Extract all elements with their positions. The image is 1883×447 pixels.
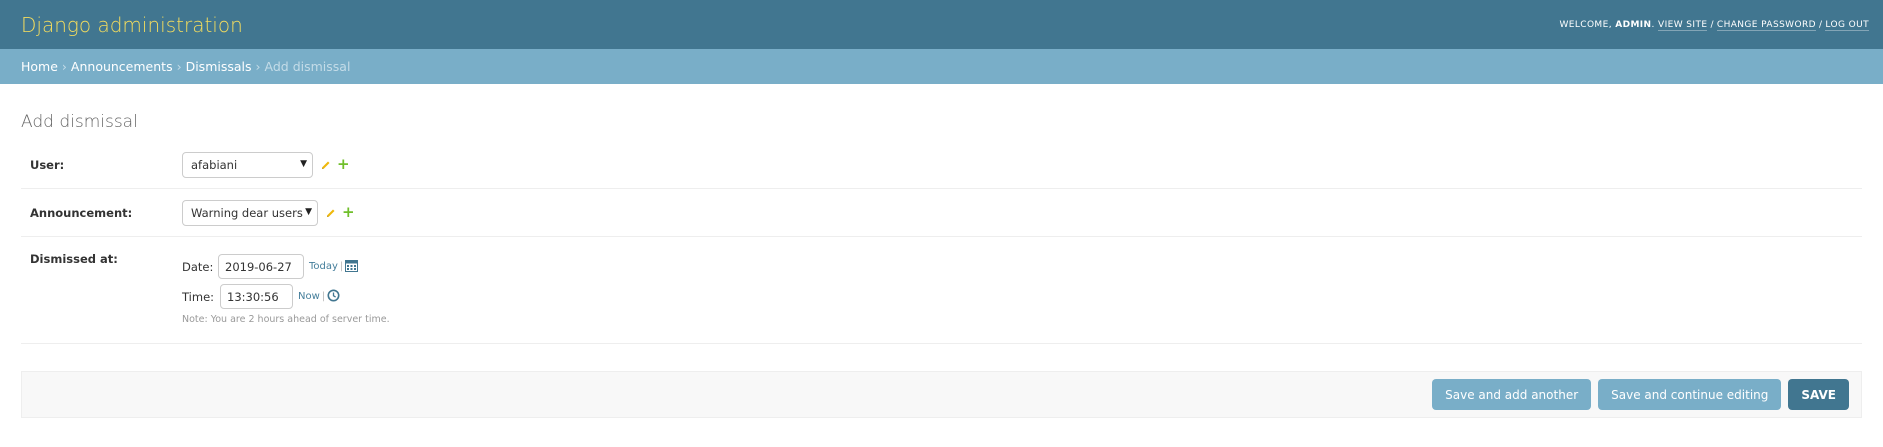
announcement-select-value: Warning dear users (191, 205, 303, 220)
breadcrumb-announcements[interactable]: Announcements (71, 59, 173, 74)
header: Django administration WELCOME, ADMIN. VI… (0, 0, 1883, 49)
today-link[interactable]: Today (309, 261, 338, 272)
breadcrumb-separator: › (61, 59, 67, 74)
datetime-widget: Date: 2019-06-27 Today | Time: 13:30:56 … (182, 254, 390, 343)
user-select-value: afabiani (191, 157, 238, 172)
date-field[interactable]: 2019-06-27 (218, 254, 304, 279)
view-site-link[interactable]: VIEW SITE (1658, 19, 1708, 31)
form-row-dismissed-at: Dismissed at: Date: 2019-06-27 Today | T… (21, 237, 1862, 344)
breadcrumb-separator: › (255, 59, 261, 74)
user-tools: WELCOME, ADMIN. VIEW SITE / CHANGE PASSWOR… (1559, 19, 1869, 31)
separator: | (321, 291, 326, 302)
pencil-icon[interactable] (321, 155, 331, 174)
submit-row: Save and add another Save and continue e… (21, 371, 1862, 418)
user-label: User: (30, 157, 65, 172)
calendar-icon[interactable] (345, 259, 359, 275)
pencil-icon[interactable] (326, 203, 336, 222)
breadcrumb-separator: › (176, 59, 182, 74)
time-line: Time: 13:30:56 Now | (182, 284, 390, 309)
form-row-announcement: Announcement: Warning dear users ▼ + (21, 189, 1862, 237)
plus-icon[interactable]: + (342, 204, 355, 220)
chevron-down-icon: ▼ (305, 206, 312, 217)
breadcrumb: Home › Announcements › Dismissals › Add … (0, 49, 1883, 84)
date-label: Date: (182, 259, 214, 274)
breadcrumb-dismissals[interactable]: Dismissals (186, 59, 252, 74)
separator: / (1818, 19, 1823, 30)
change-password-link[interactable]: CHANGE PASSWORD (1716, 19, 1816, 31)
page-title: Add dismissal (21, 112, 138, 132)
date-line: Date: 2019-06-27 Today | (182, 254, 390, 279)
related-widget-user: + (321, 155, 350, 174)
separator: | (339, 261, 344, 272)
log-out-link[interactable]: LOG OUT (1825, 19, 1869, 31)
dismissed-at-label: Dismissed at: (30, 252, 118, 266)
content: Add dismissal User: afabiani ▼ + Announc… (0, 104, 1883, 418)
announcement-label: Announcement: (30, 205, 133, 220)
site-name[interactable]: Django administration (21, 13, 243, 37)
welcome-text: WELCOME, (1559, 19, 1612, 30)
breadcrumb-current: Add dismissal (264, 59, 351, 74)
chevron-down-icon: ▼ (300, 158, 307, 169)
time-field[interactable]: 13:30:56 (220, 284, 293, 309)
save-and-continue-button[interactable]: Save and continue editing (1598, 379, 1782, 410)
separator: / (1710, 19, 1714, 30)
time-label: Time: (182, 289, 215, 304)
save-button[interactable]: SAVE (1788, 379, 1849, 410)
related-widget-announcement: + (326, 203, 355, 222)
user-select[interactable]: afabiani ▼ (182, 151, 313, 178)
now-link[interactable]: Now (298, 291, 320, 302)
announcement-select[interactable]: Warning dear users ▼ (182, 199, 318, 226)
breadcrumb-home[interactable]: Home (21, 59, 58, 74)
form-row-user: User: afabiani ▼ + (21, 141, 1862, 189)
username: ADMIN (1615, 19, 1652, 30)
save-and-add-another-button[interactable]: Save and add another (1432, 379, 1592, 410)
plus-icon[interactable]: + (337, 156, 350, 172)
timezone-note: Note: You are 2 hours ahead of server ti… (182, 314, 390, 325)
clock-icon[interactable] (327, 289, 340, 305)
